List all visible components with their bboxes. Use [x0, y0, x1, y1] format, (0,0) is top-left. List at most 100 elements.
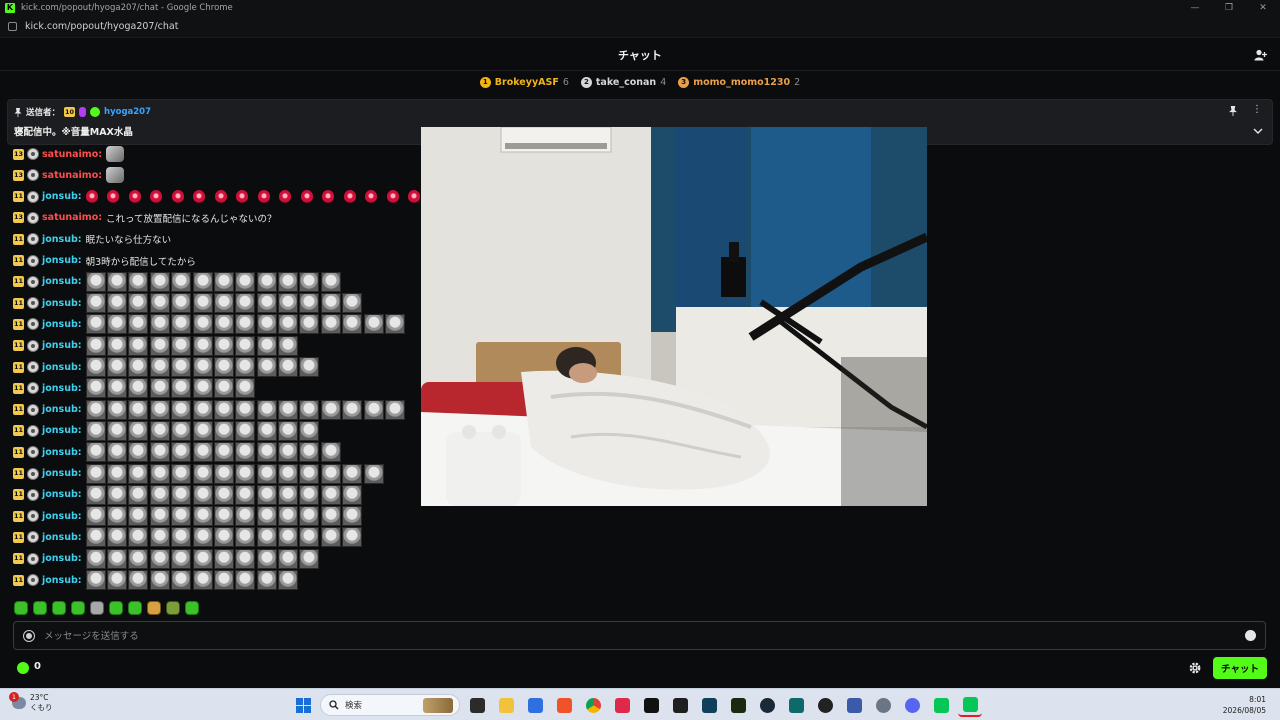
emote-icon[interactable]	[128, 601, 142, 615]
chat-message[interactable]: 11 jonsub:	[13, 420, 321, 441]
chat-message[interactable]: 11 jonsub:	[13, 335, 299, 356]
taskbar-app-button[interactable]	[668, 693, 692, 717]
taskbar-app-button[interactable]	[726, 693, 750, 717]
emote-icon[interactable]	[14, 601, 28, 615]
emote-icon[interactable]	[90, 601, 104, 615]
chat-message[interactable]: 11 jonsub:	[13, 378, 257, 399]
chat-input-container[interactable]	[13, 621, 1266, 650]
chat-message[interactable]: 11 jonsub:	[13, 314, 406, 335]
settings-button[interactable]	[871, 693, 895, 717]
chevron-down-icon[interactable]	[1252, 126, 1264, 136]
taskbar-app-button[interactable]	[610, 693, 634, 717]
chat-message[interactable]: 11 jonsub:	[13, 271, 342, 292]
emote-icon[interactable]	[71, 601, 85, 615]
emote-icon[interactable]	[147, 601, 161, 615]
chat-message[interactable]: 11 jonsub:	[13, 399, 406, 420]
chat-username[interactable]: jonsub:	[42, 276, 82, 287]
line-active-button[interactable]	[958, 693, 982, 717]
emote-icon[interactable]	[166, 601, 180, 615]
chat-username[interactable]: jonsub:	[42, 511, 82, 522]
chat-message[interactable]: 11 jonsub:	[13, 293, 364, 314]
site-info-icon[interactable]	[8, 22, 17, 31]
file-explorer-button[interactable]	[494, 693, 518, 717]
chat-users-button[interactable]	[1252, 47, 1268, 63]
brave-button[interactable]	[552, 693, 576, 717]
unpin-icon[interactable]	[1228, 106, 1238, 116]
chat-message[interactable]: 11 jonsub:	[13, 357, 321, 377]
steam-button[interactable]	[755, 693, 779, 717]
chat-message[interactable]: 11 jonsub: 眠たいなら仕方ない	[13, 229, 171, 249]
start-button[interactable]	[291, 693, 315, 717]
chat-username[interactable]: satunaimo:	[42, 170, 102, 181]
chat-username[interactable]: jonsub:	[42, 383, 82, 394]
chat-username[interactable]: jonsub:	[42, 575, 82, 586]
chat-username[interactable]: jonsub:	[42, 191, 82, 202]
chat-username[interactable]: jonsub:	[42, 404, 82, 415]
gear-icon[interactable]	[1188, 661, 1202, 675]
chat-username[interactable]: jonsub:	[42, 447, 82, 458]
more-options-icon[interactable]: ⋮	[1252, 105, 1262, 115]
leaderboard-item[interactable]: 1 BrokeyyASF 6	[479, 76, 569, 88]
face-emote-icon	[235, 293, 256, 314]
send-chat-button[interactable]: チャット	[1213, 657, 1267, 679]
leaderboard-item[interactable]: 3 momo_momo1230 2	[678, 76, 800, 88]
task-view-button[interactable]	[465, 693, 489, 717]
chat-message[interactable]: 11 jonsub:	[13, 570, 299, 590]
chat-username[interactable]: jonsub:	[42, 425, 82, 436]
chat-message[interactable]: 11 jonsub:	[13, 442, 342, 463]
emote-icon[interactable]	[185, 601, 199, 615]
url-text[interactable]: kick.com/popout/hyoga207/chat	[25, 21, 178, 32]
chat-username[interactable]: jonsub:	[42, 340, 82, 351]
chat-username[interactable]: jonsub:	[42, 234, 82, 245]
line-button[interactable]	[929, 693, 953, 717]
chat-username[interactable]: jonsub:	[42, 532, 82, 543]
taskbar-search[interactable]: 検索	[320, 694, 460, 716]
chat-message[interactable]: 11 jonsub:	[13, 187, 430, 207]
channel-points-icon[interactable]	[17, 662, 29, 674]
emote-icon[interactable]	[109, 601, 123, 615]
chat-username[interactable]: jonsub:	[42, 489, 82, 500]
chat-message[interactable]: 11 jonsub:	[13, 484, 364, 505]
weather-widget[interactable]: 1 23°C くもり	[9, 692, 53, 713]
chrome-button[interactable]	[581, 693, 605, 717]
chat-message[interactable]: 13 satunaimo: これって放置配信になるんじゃないの？	[13, 208, 277, 228]
chat-message[interactable]: 11 jonsub:	[13, 463, 385, 484]
chat-message[interactable]: 13 satunaimo:	[13, 146, 125, 164]
system-clock[interactable]: 8:01 2026/08/05	[1223, 694, 1266, 716]
taskbar-app-button[interactable]	[784, 693, 808, 717]
chat-username[interactable]: satunaimo:	[42, 149, 102, 160]
chat-message[interactable]: 11 jonsub: 朝3時から配信してたから	[13, 251, 196, 271]
close-window-button[interactable]: ✕	[1246, 0, 1280, 16]
taskbar-app-button[interactable]	[523, 693, 547, 717]
chat-username[interactable]: jonsub:	[42, 362, 82, 373]
emoji-picker-icon[interactable]	[1245, 630, 1256, 641]
obs-button[interactable]	[813, 693, 837, 717]
address-bar[interactable]: kick.com/popout/hyoga207/chat	[0, 16, 1280, 38]
chat-username[interactable]: jonsub:	[42, 468, 82, 479]
stream-preview[interactable]	[421, 127, 927, 506]
emote-icon[interactable]	[52, 601, 66, 615]
face-emote-icon	[106, 378, 127, 399]
chat-message[interactable]: 11 jonsub:	[13, 548, 321, 569]
chat-username[interactable]: jonsub:	[42, 255, 82, 266]
chat-username[interactable]: jonsub:	[42, 553, 82, 564]
maximize-button[interactable]: ❐	[1212, 0, 1246, 16]
minimize-button[interactable]: —	[1178, 0, 1212, 16]
chat-message[interactable]: 13 satunaimo:	[13, 165, 125, 185]
browser-title-bar: K kick.com/popout/hyoga207/chat - Google…	[0, 0, 1280, 16]
taskbar-app-button[interactable]	[842, 693, 866, 717]
chat-username[interactable]: satunaimo:	[42, 212, 102, 223]
tiktok-button[interactable]	[639, 693, 663, 717]
emote-icon[interactable]	[33, 601, 47, 615]
face-emote-icon	[85, 420, 106, 441]
chat-message-input[interactable]	[44, 627, 1224, 645]
pinned-sender-name[interactable]: hyoga207	[104, 107, 151, 117]
chat-username[interactable]: jonsub:	[42, 298, 82, 309]
discord-button[interactable]	[900, 693, 924, 717]
taskbar-app-button[interactable]	[697, 693, 721, 717]
chat-message[interactable]: 11 jonsub:	[13, 506, 364, 527]
chat-message[interactable]: 11 jonsub:	[13, 527, 364, 548]
chat-mode-icon[interactable]	[24, 631, 34, 641]
leaderboard-item[interactable]: 2 take_conan 4	[580, 76, 666, 88]
chat-username[interactable]: jonsub:	[42, 319, 82, 330]
